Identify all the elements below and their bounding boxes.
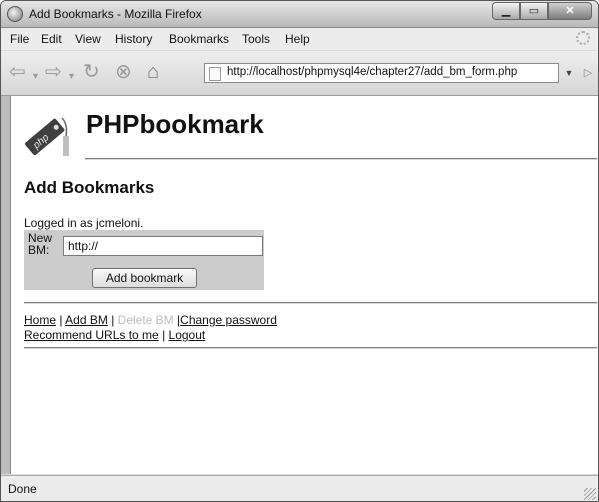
back-icon[interactable]: ⇦: [9, 62, 26, 82]
menu-history[interactable]: History: [115, 32, 152, 46]
add-bookmark-button[interactable]: Add bookmark: [92, 268, 197, 288]
add-bookmark-form: New BM: Add bookmark: [24, 230, 264, 290]
forward-history-icon[interactable]: ▾: [69, 67, 74, 87]
url-dropdown-icon[interactable]: ▼: [562, 63, 576, 83]
user-menu-row-1: Home | Add BM | Delete BM |Change passwo…: [24, 313, 277, 327]
separator: |: [59, 313, 63, 327]
menu-view[interactable]: View: [75, 32, 101, 46]
resize-grip-icon[interactable]: [584, 488, 596, 500]
delete-bm-link-disabled: Delete BM: [117, 313, 174, 327]
menu-tools[interactable]: Tools: [242, 32, 270, 46]
user-menu-row-2: Recommend URLs to me | Logout: [24, 328, 205, 342]
menu-divider-top: [24, 302, 597, 304]
page-title: Add Bookmarks: [24, 178, 155, 197]
throbber-icon: [576, 31, 590, 45]
url-text: http://localhost/phpmysql4e/chapter27/ad…: [227, 66, 518, 78]
status-text: Done: [8, 482, 37, 496]
new-bm-label: New BM:: [28, 231, 53, 257]
recommend-urls-link[interactable]: Recommend URLs to me: [24, 328, 159, 342]
minimize-button[interactable]: ▁: [492, 2, 520, 20]
separator: |: [111, 313, 115, 327]
title-bar: Add Bookmarks - Mozilla Firefox ▁ ▭ ✕: [1, 1, 598, 28]
menu-divider-bottom: [24, 347, 597, 349]
page-content: php PHPbookmark Add Bookmarks Logged in …: [10, 96, 598, 474]
firefox-icon: [7, 6, 23, 22]
home-icon[interactable]: ⌂: [147, 62, 159, 82]
status-bar: Done: [1, 475, 598, 501]
menu-bar: File Edit View History Bookmarks Tools H…: [1, 28, 598, 50]
forward-icon[interactable]: ⇨: [45, 62, 62, 82]
home-link[interactable]: Home: [24, 313, 56, 327]
reload-icon[interactable]: ↻: [83, 62, 100, 82]
menu-file[interactable]: File: [10, 32, 29, 46]
left-frame: [1, 96, 10, 474]
go-icon[interactable]: ▷: [581, 63, 595, 83]
menu-help[interactable]: Help: [285, 32, 310, 46]
header-divider: [85, 158, 597, 160]
maximize-button[interactable]: ▭: [520, 2, 548, 20]
php-tag-logo-icon: php: [25, 117, 69, 156]
back-history-icon[interactable]: ▾: [33, 67, 38, 87]
separator: |: [162, 328, 166, 342]
page-icon: [209, 67, 221, 81]
add-bm-link[interactable]: Add BM: [65, 313, 108, 327]
close-button[interactable]: ✕: [548, 2, 592, 20]
window-controls: ▁ ▭ ✕: [492, 2, 592, 20]
logout-link[interactable]: Logout: [169, 328, 206, 342]
change-password-link[interactable]: Change password: [180, 313, 277, 327]
menu-bookmarks[interactable]: Bookmarks: [169, 32, 229, 46]
bookmark-url-input[interactable]: [63, 236, 263, 256]
app-title: PHPbookmark: [86, 109, 264, 139]
stop-icon[interactable]: ⊗: [115, 62, 132, 82]
window-title: Add Bookmarks - Mozilla Firefox: [29, 7, 202, 21]
address-bar[interactable]: http://localhost/phpmysql4e/chapter27/ad…: [204, 63, 559, 83]
menu-edit[interactable]: Edit: [41, 32, 62, 46]
browser-window: Add Bookmarks - Mozilla Firefox ▁ ▭ ✕ Fi…: [0, 0, 599, 502]
navigation-toolbar: ⇦ ▾ ⇨ ▾ ↻ ⊗ ⌂ http://localhost/phpmysql4…: [1, 51, 598, 96]
logged-in-text: Logged in as jcmeloni.: [24, 216, 144, 230]
